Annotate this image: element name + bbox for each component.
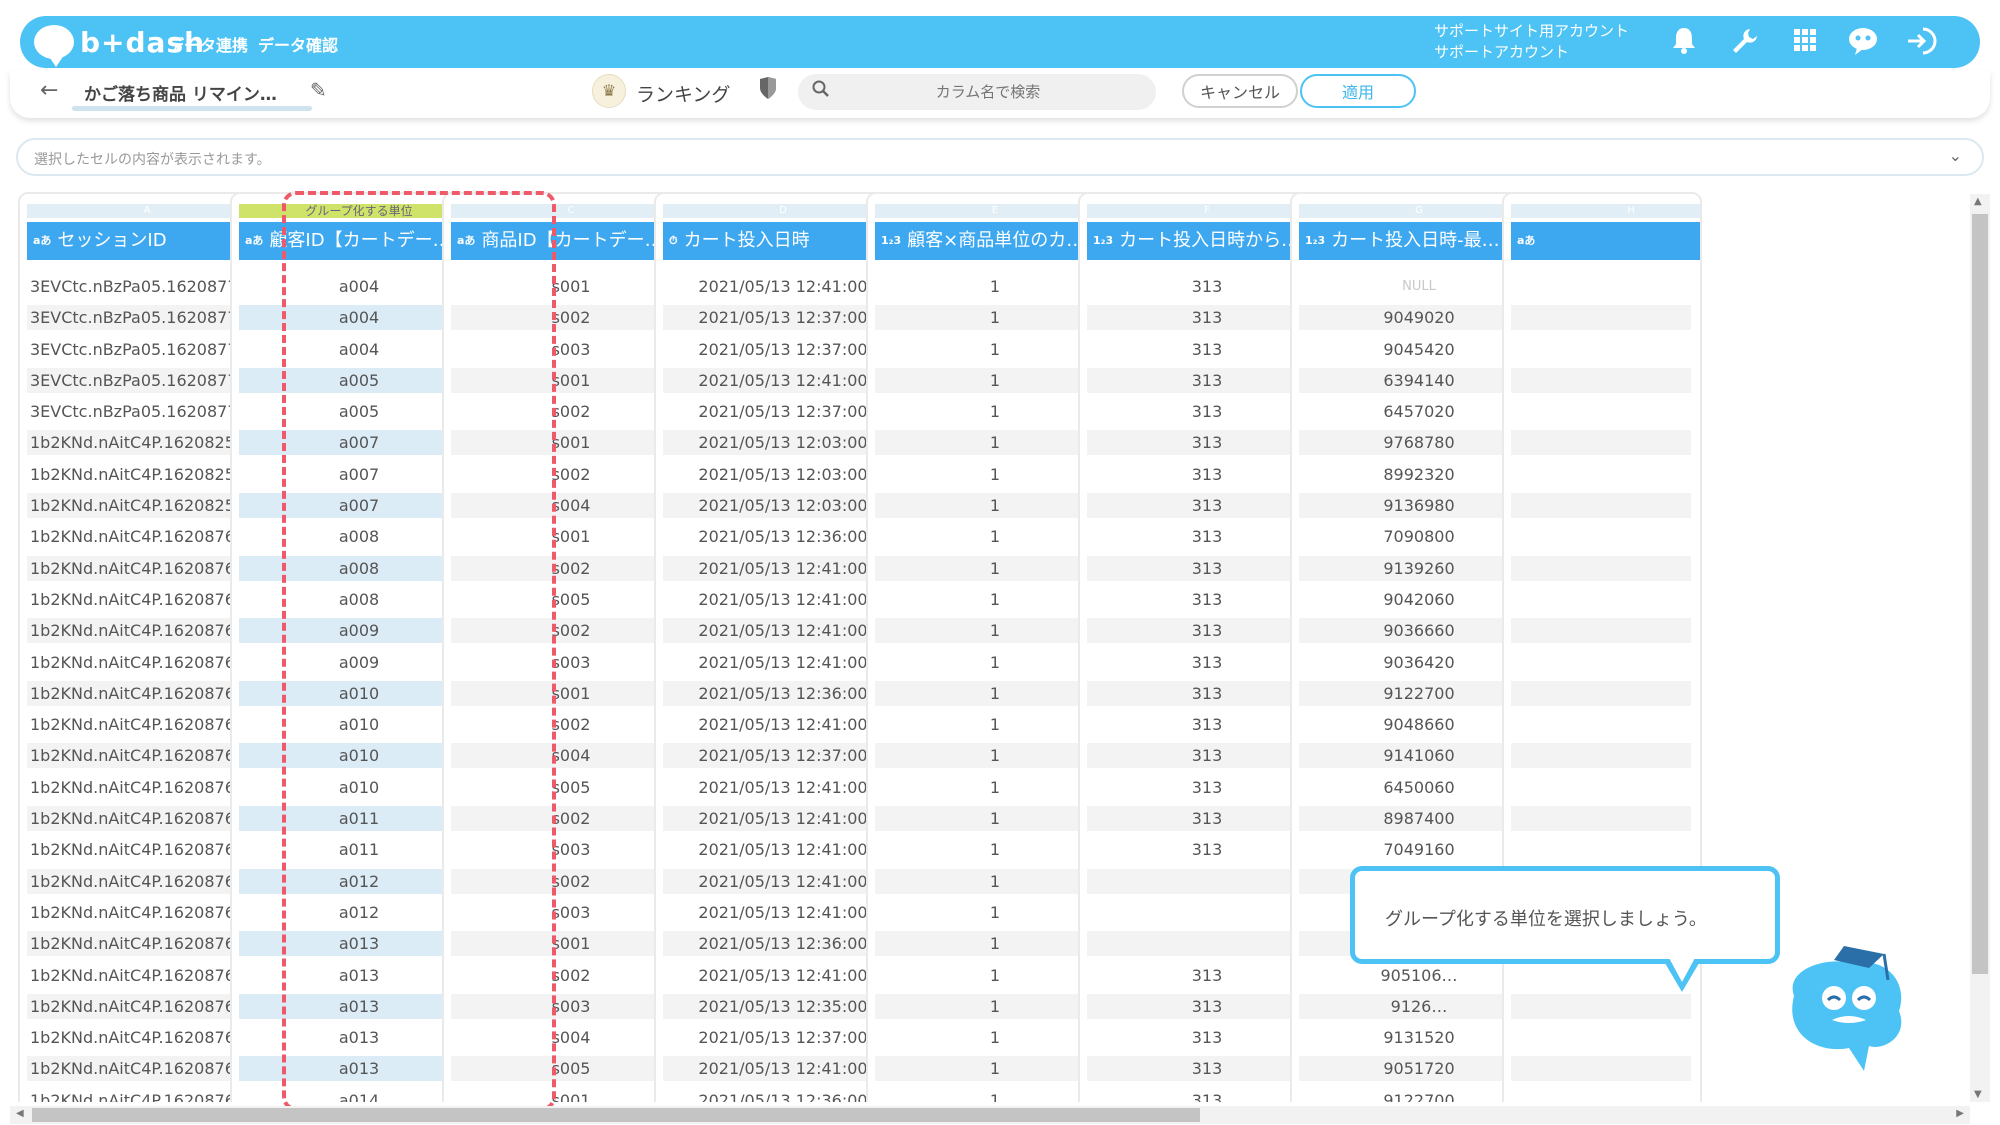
table-cell[interactable]: [1511, 587, 1691, 612]
column-header-label: カート投入日時: [683, 230, 810, 251]
table-cell[interactable]: [1511, 399, 1691, 424]
account-line2: サポートアカウント: [1434, 43, 1570, 61]
search-input[interactable]: [838, 74, 1138, 110]
table-cell[interactable]: [1511, 743, 1691, 769]
table-cell[interactable]: [1511, 367, 1691, 393]
vertical-scroll-thumb[interactable]: [1972, 214, 1988, 974]
table-cell[interactable]: [1511, 618, 1691, 644]
table-cell[interactable]: [1511, 555, 1691, 581]
column-header-label: カート投入日時から…: [1119, 230, 1300, 251]
cancel-button[interactable]: キャンセル: [1182, 74, 1298, 108]
crown-icon[interactable]: ♛: [592, 74, 626, 108]
tooltip-tail-inner: [1668, 956, 1696, 982]
scroll-up-icon[interactable]: ▲: [1974, 196, 1982, 207]
table-cell[interactable]: [1511, 650, 1691, 675]
column-search: [798, 74, 1156, 110]
account-line1: サポートサイト用アカウント: [1434, 22, 1630, 40]
mascot-icon: [1774, 936, 1914, 1076]
ranking-label[interactable]: ランキング: [636, 80, 730, 107]
column-type-icon: aあ: [33, 234, 52, 247]
column-type-icon: aあ: [457, 234, 476, 247]
top-header: b+dash データ連携 データ確認 サポートサイト用アカウント サポートアカウ…: [20, 16, 1980, 68]
shield-icon[interactable]: [758, 76, 778, 106]
table-cell[interactable]: [1511, 337, 1691, 362]
table-cell[interactable]: [1511, 712, 1691, 737]
column-type-icon: 1₂3: [881, 234, 902, 247]
chevron-down-icon[interactable]: ⌄: [1949, 146, 1962, 165]
cell-content-bar[interactable]: 選択したセルの内容が表示されます。 ⌄: [16, 138, 1984, 176]
column-type-icon: ⏱: [669, 234, 678, 247]
scroll-left-icon[interactable]: ◀: [16, 1108, 24, 1119]
column-type-icon: 1₂3: [1305, 234, 1326, 247]
scroll-right-icon[interactable]: ▶: [1956, 1108, 1964, 1119]
sub-toolbar: ← かご落ち商品 リマイン… ✎ ♛ ランキング キャンセル 適用: [10, 70, 1990, 118]
column-type-icon: aあ: [1517, 234, 1536, 247]
tooltip-message: グループ化する単位を選択しましょう。: [1385, 909, 1707, 930]
search-icon: [812, 80, 830, 103]
cell-content-placeholder: 選択したセルの内容が表示されます。: [34, 152, 271, 168]
horizontal-scrollbar[interactable]: ◀ ▶: [10, 1106, 1970, 1124]
table-cell[interactable]: [1511, 993, 1691, 1019]
app-window: b+dash データ連携 データ確認 サポートサイト用アカウント サポートアカウ…: [0, 0, 2000, 1125]
wrench-icon[interactable]: [1728, 26, 1762, 60]
pencil-icon[interactable]: ✎: [310, 78, 327, 102]
table-cell[interactable]: [1511, 1025, 1691, 1050]
table-cell[interactable]: [1511, 680, 1691, 706]
table-cell[interactable]: [1511, 524, 1691, 549]
logout-icon[interactable]: [1904, 26, 1938, 60]
table-cell[interactable]: [1511, 1088, 1691, 1102]
scroll-down-icon[interactable]: ▼: [1974, 1089, 1982, 1100]
table-cell[interactable]: [1511, 274, 1691, 299]
account-info[interactable]: サポートサイト用アカウント サポートアカウント: [1434, 21, 1629, 63]
vertical-scrollbar[interactable]: ▲ ▼: [1970, 194, 1990, 1102]
table-cell[interactable]: [1511, 837, 1691, 862]
table-cell[interactable]: [1511, 430, 1691, 456]
table-cell[interactable]: [1511, 493, 1691, 519]
column-type-icon: 1₂3: [1093, 234, 1114, 247]
table-cell[interactable]: [1511, 1056, 1691, 1082]
column-header[interactable]: aあ: [1511, 222, 1700, 260]
nav-data-link[interactable]: データ連携: [168, 32, 248, 56]
column-type-icon: aあ: [245, 234, 264, 247]
guide-tooltip: グループ化する単位を選択しましょう。: [1350, 866, 1780, 964]
nav-data-check[interactable]: データ確認: [258, 32, 338, 56]
project-name-underline: [72, 106, 312, 111]
table-cell[interactable]: [1511, 305, 1691, 331]
horizontal-scroll-thumb[interactable]: [32, 1108, 1200, 1122]
table-cell[interactable]: [1511, 775, 1691, 800]
column-letter: H: [1511, 204, 1700, 218]
apply-button[interactable]: 適用: [1300, 74, 1416, 108]
bell-icon[interactable]: [1667, 26, 1701, 60]
back-arrow-icon[interactable]: ←: [40, 78, 58, 103]
table-cell[interactable]: [1511, 462, 1691, 487]
support-chat-icon[interactable]: [1846, 26, 1880, 60]
logo-bubble-icon: [34, 25, 74, 67]
column-header-label: 商品ID【カートデー…: [481, 230, 663, 251]
table-cell[interactable]: [1511, 806, 1691, 832]
project-name[interactable]: かご落ち商品 リマイン…: [84, 80, 277, 105]
column-header-label: 顧客×商品単位のカ…: [907, 230, 1085, 251]
column-header-label: セッションID: [57, 230, 167, 251]
grid-icon[interactable]: [1788, 26, 1822, 60]
column-header-label: 顧客ID【カートデー…: [269, 230, 451, 251]
column-header-label: カート投入日時-最…: [1331, 230, 1500, 251]
